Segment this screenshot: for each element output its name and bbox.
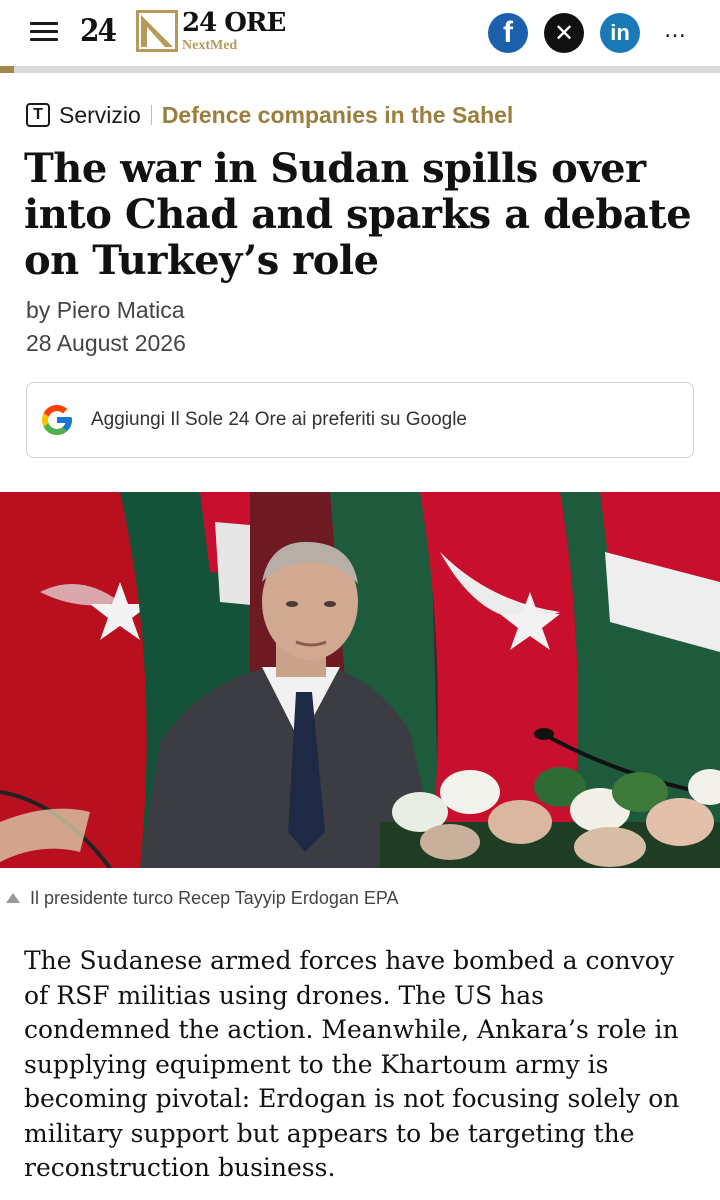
facebook-share-icon[interactable]: f [488,13,528,53]
publish-date: 28 August 2026 [26,330,186,356]
image-caption: Il presidente turco Recep Tayyip Erdogan… [6,888,399,909]
byline-prefix: by [26,297,51,323]
linkedin-share-icon[interactable]: in [600,13,640,53]
google-g-icon [42,405,72,435]
byline: by Piero Matica [26,297,185,324]
x-share-icon[interactable]: ✕ [544,13,584,53]
add-to-google-preferred-button[interactable]: Aggiungi Il Sole 24 Ore ai preferiti su … [26,382,694,458]
servizio-icon: T [26,103,50,127]
kicker-separator [150,105,152,125]
hero-photo-illustration [0,492,720,868]
article-kicker: T Servizio Defence companies in the Sahe… [26,100,513,130]
more-options-icon[interactable]: … [664,18,687,43]
top-bar: 24 24 ORE NextMed f ✕ in … [0,0,720,66]
article-headline: The war in Sudan spills over into Chad a… [24,145,692,284]
author-link[interactable]: Piero Matica [57,297,185,323]
caption-text: Il presidente turco Recep Tayyip Erdogan… [30,888,399,908]
logo-24[interactable]: 24 [80,12,117,48]
logo-24-ore[interactable]: 24 ORE [182,8,286,38]
article-lead: The Sudanese armed forces have bombed a … [24,946,680,1182]
header-divider-accent [0,66,14,73]
hero-photo [0,492,720,868]
kicker-topic-link[interactable]: Defence companies in the Sahel [162,102,514,129]
kicker-label: Servizio [59,101,141,128]
hamburger-menu-icon[interactable] [30,22,58,42]
logo-nextmed: NextMed [182,38,238,53]
google-button-label: Aggiungi Il Sole 24 Ore ai preferiti su … [91,409,467,430]
caption-triangle-icon[interactable] [6,893,20,903]
logo-emblem-icon [136,10,178,52]
header-divider [0,66,720,73]
